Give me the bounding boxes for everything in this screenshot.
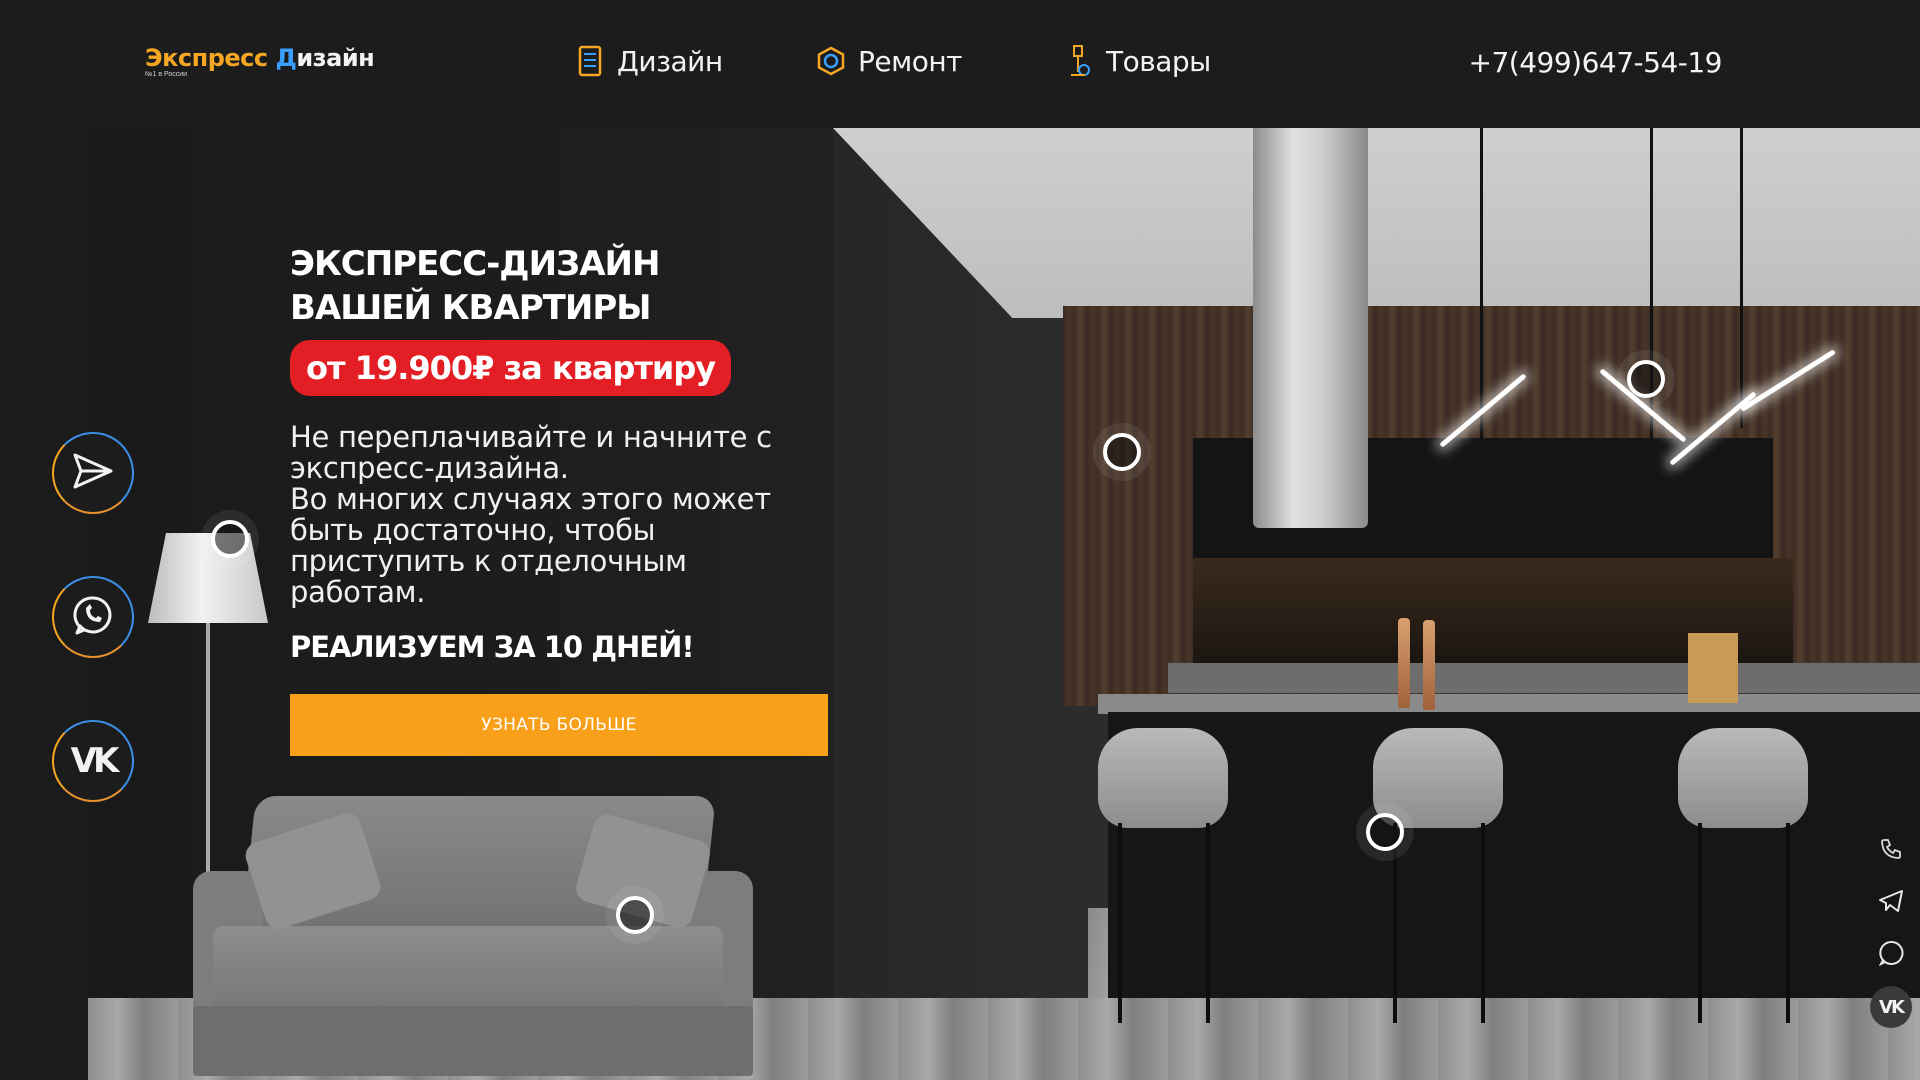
whatsapp-icon [71,593,115,642]
logo-subtitle: №1 в России [145,71,188,78]
bar-stool [1098,728,1228,1028]
hotspot-cabinets[interactable] [1103,433,1141,471]
learn-more-button[interactable]: УЗНАТЬ БОЛЬШЕ [290,694,828,756]
telegram-icon [71,451,115,496]
range-hood [1253,128,1368,528]
whatsapp-icon [1878,940,1904,971]
nav-item-goods[interactable]: Товары [1064,44,1211,78]
nav-item-repair[interactable]: Ремонт [816,44,962,78]
social-vk-button[interactable]: VK [52,720,134,802]
back-counter [1168,663,1920,693]
logo-accent-letter: Д [275,44,297,72]
hotspot-pendant-light[interactable] [1627,360,1665,398]
logo-title: Экспресс Дизайн [145,44,375,72]
price-badge: от 19.900₽ за квартиру [290,340,732,396]
hotspot-bar-stool[interactable] [1366,813,1404,851]
bar-stool [1373,728,1503,1028]
hero-title: ЭКСПРЕСС-ДИЗАЙН ВАШЕЙ КВАРТИРЫ [290,244,660,328]
pendant-rod [1480,128,1483,438]
lamp-icon [1064,44,1094,78]
nav-label: Ремонт [858,44,962,78]
nav-item-design[interactable]: Дизайн [575,44,723,78]
phone-icon [1879,837,1903,866]
salt-mill [1423,620,1435,710]
hotspot-floor-lamp[interactable] [211,520,249,558]
bar-stool [1678,728,1808,1028]
site-header: Экспресс Дизайн №1 в России Дизайн Ремон… [0,0,1920,128]
floating-whatsapp-button[interactable] [1870,934,1912,976]
vk-icon: VK [70,741,120,781]
floating-phone-button[interactable] [1870,830,1912,872]
logo-part1: Экспресс [145,44,276,72]
sofa [193,796,753,1080]
cutting-board [1688,633,1738,703]
hero-description: Не переплачивайте и начните с экспресс-д… [290,420,772,609]
telegram-icon [1878,889,1904,918]
social-telegram-button[interactable] [52,432,134,514]
floating-vk-button[interactable]: VK [1870,986,1912,1028]
logo-part2: изайн [296,44,375,72]
hero-tagline: РЕАЛИЗУЕМ ЗА 10 ДНЕЙ! [290,630,695,664]
hexagon-icon [816,44,846,78]
pendant-rod [1740,128,1743,428]
hotspot-sofa[interactable] [616,896,654,934]
pepper-mill [1398,618,1410,708]
document-icon [575,44,605,78]
vk-icon: VK [1879,996,1905,1018]
logo[interactable]: Экспресс Дизайн №1 в России [145,44,375,78]
phone-number[interactable]: +7(499)647-54-19 [1469,46,1723,79]
kitchen-ceiling [833,128,1920,318]
floating-telegram-button[interactable] [1870,882,1912,924]
island-countertop [1098,694,1920,714]
nav-label: Дизайн [617,44,723,78]
nav-label: Товары [1106,44,1211,78]
social-whatsapp-button[interactable] [52,576,134,658]
